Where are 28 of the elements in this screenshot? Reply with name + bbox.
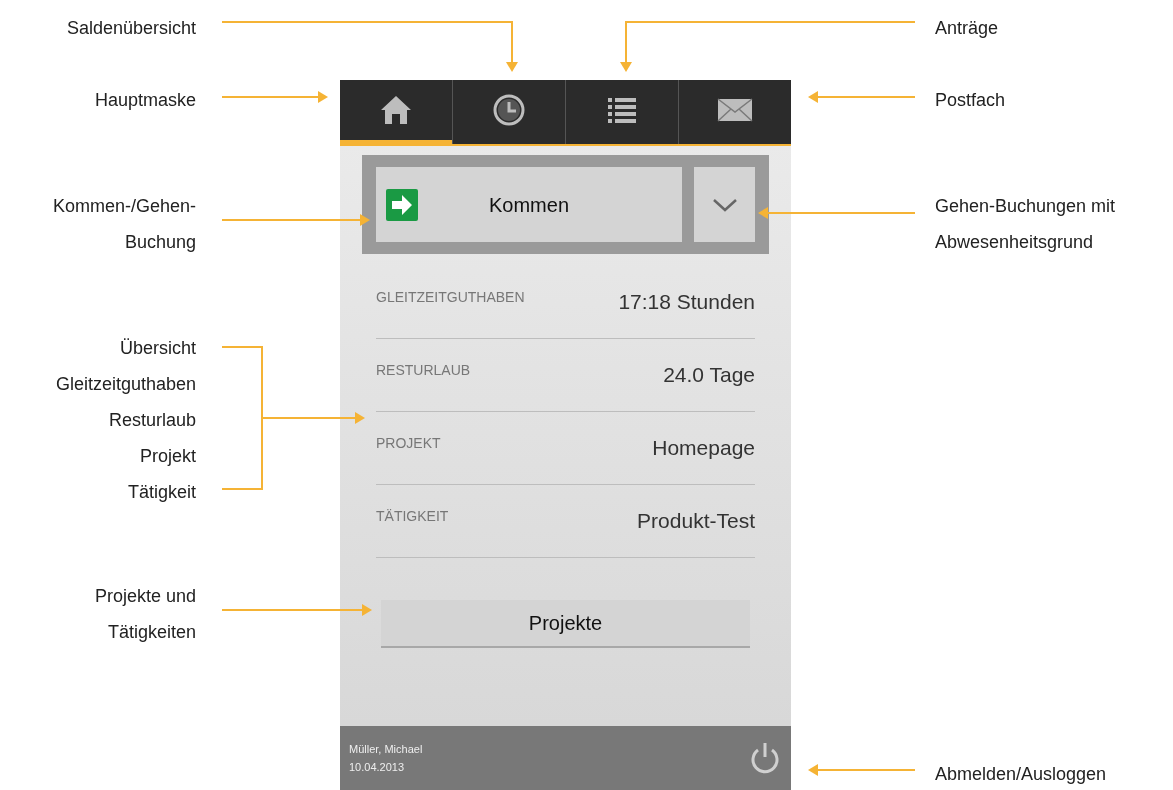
power-icon [749,741,781,775]
balance-label: GLEITZEITGUTHABEN [376,287,525,307]
house-icon [379,94,413,126]
arrow-right-icon [386,188,418,221]
balance-value: 17:18 Stunden [618,289,755,316]
user-name: Müller, Michael [349,742,423,757]
callout-label: Gehen-Buchungen mit Abwesenheitsgrund [935,195,1117,254]
callout-label: Übersicht Gleitzeitguthaben Resturlaub Projekt Tätigkeit [54,337,196,504]
callout-label: Projekte und Tätigkeiten [93,585,196,644]
date-text: 10.04.2013 [349,760,406,775]
callout-label: Abmelden/Ausloggen [935,763,1108,786]
envelope-icon [717,98,753,122]
callout-label: Kommen-/Gehen- Buchung [51,195,196,254]
chevron-down-icon [711,197,738,212]
callout-label: Anträge [935,17,1000,40]
balance-value: Produkt-Test [637,508,755,535]
callout-label: Hauptmaske [93,89,196,112]
balance-label: RESTURLAUB [376,360,471,380]
booking-button[interactable]: Kommen [376,167,682,242]
projects-button[interactable]: Projekte [381,600,750,648]
clock-icon [492,93,526,127]
balance-value: Homepage [652,435,755,462]
balance-value: 24.0 Tage [663,362,755,389]
balance-label: TÄTIGKEIT [376,506,449,526]
balance-label: PROJEKT [376,433,441,453]
list-icon [607,95,637,125]
callout-label: Saldenübersicht [65,17,196,40]
callout-label: Postfach [935,89,1007,112]
